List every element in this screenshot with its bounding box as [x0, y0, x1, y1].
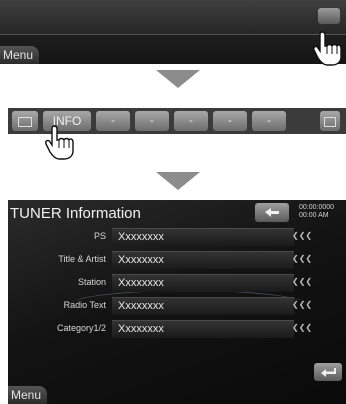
- toolbar-left-button[interactable]: [12, 111, 38, 131]
- panel-1-screen: Menu: [0, 0, 346, 64]
- row-value-radio-text: Xxxxxxxx: [112, 297, 294, 315]
- panel-1-corner-button[interactable]: [318, 8, 340, 24]
- scroll-icon[interactable]: ❮❮❮: [292, 300, 312, 309]
- tuner-information-screen: TUNER Information 00:00:0000 00:00 AM PS…: [8, 200, 346, 404]
- toolbar-dash-button[interactable]: -: [252, 111, 286, 131]
- row-label-station: Station: [77, 277, 106, 287]
- return-button[interactable]: [255, 203, 289, 222]
- down-arrow-icon: [156, 172, 200, 190]
- toolbar-dash-button[interactable]: -: [213, 111, 247, 131]
- toolbar-dash-button[interactable]: -: [96, 111, 130, 131]
- page-title: TUNER Information: [10, 205, 141, 222]
- pointing-hand-icon: [313, 31, 342, 66]
- toolbar-right-button[interactable]: [320, 111, 340, 131]
- menu-button[interactable]: Menu: [8, 386, 48, 404]
- clock-time: 00:00 AM: [299, 212, 329, 219]
- row-label-category: Category1/2: [56, 323, 106, 333]
- toolbar-dash-button[interactable]: -: [174, 111, 208, 131]
- scroll-icon[interactable]: ❮❮❮: [292, 254, 312, 263]
- row-value-station: Xxxxxxxx: [112, 274, 294, 292]
- pointing-hand-icon: [45, 125, 74, 160]
- settings-icon: [324, 117, 336, 127]
- menu-button[interactable]: Menu: [0, 46, 40, 64]
- row-value-category: Xxxxxxxx: [112, 320, 294, 338]
- row-label-ps: PS: [93, 231, 106, 241]
- row-value-ps: Xxxxxxxx: [112, 228, 294, 246]
- down-arrow-icon: [156, 70, 200, 88]
- scroll-icon[interactable]: ❮❮❮: [292, 323, 312, 332]
- toolbar-dash-button[interactable]: -: [135, 111, 169, 131]
- scroll-icon[interactable]: ❮❮❮: [292, 277, 312, 286]
- row-label-radio-text: Radio Text: [63, 300, 106, 310]
- row-value-title-artist: Xxxxxxxx: [112, 251, 294, 269]
- row-label-title-artist: Title & Artist: [58, 254, 106, 264]
- back-button[interactable]: [314, 363, 342, 381]
- panel-1-top-area: [0, 0, 346, 34]
- return-icon: [321, 368, 336, 377]
- panel-1-divider: [0, 34, 346, 35]
- clock-date: 00:00:0000: [299, 204, 335, 211]
- return-icon: [265, 208, 279, 217]
- source-icon: [18, 117, 32, 127]
- scroll-icon[interactable]: ❮❮❮: [292, 231, 312, 240]
